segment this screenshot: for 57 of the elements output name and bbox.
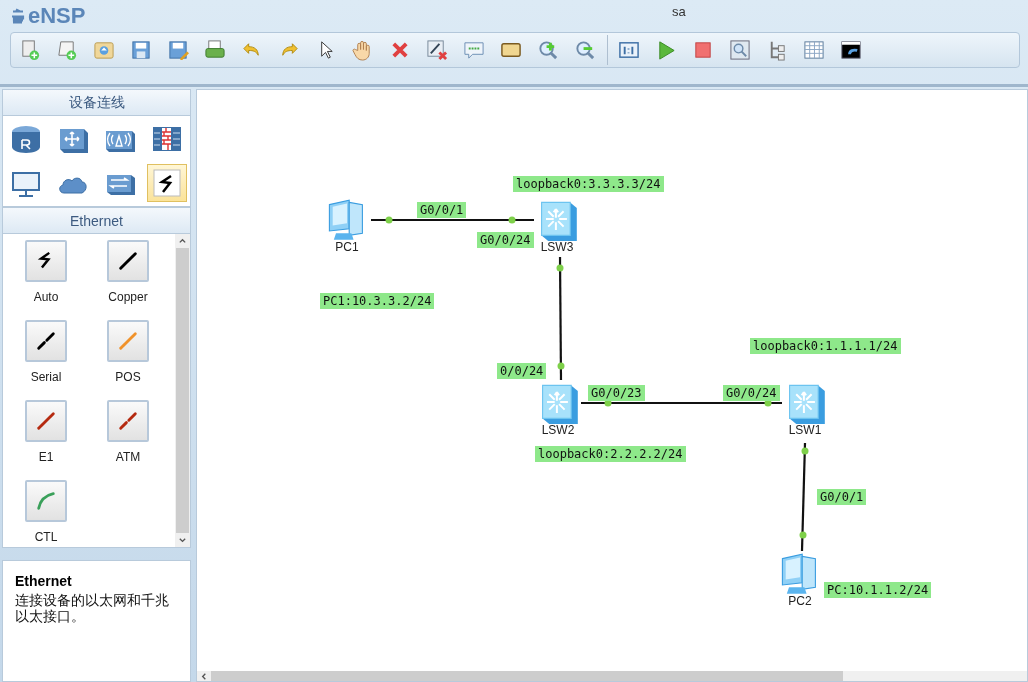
cable-option[interactable]: Serial: [5, 320, 87, 400]
text-label: 0/0/24: [497, 363, 547, 379]
text-label: loopback0:3.3.3.3/24: [513, 176, 664, 192]
text-label: G0/0/24: [477, 232, 534, 248]
device-name: PC1: [335, 240, 359, 254]
scroll-left-icon[interactable]: [200, 671, 208, 681]
scroll-up-icon[interactable]: [178, 237, 187, 245]
zoom-in-icon: [537, 39, 559, 61]
zoom-out-icon: [574, 39, 596, 61]
device-name: LSW3: [540, 240, 574, 254]
cable-option[interactable]: ATM: [87, 400, 169, 480]
scrollbar-thumb[interactable]: [176, 248, 189, 533]
text-label: G0/0/1: [817, 489, 867, 505]
description-text: 连接设备的以太网和千兆以太接口。: [15, 592, 170, 624]
grid-icon: [803, 39, 825, 61]
cable-option[interactable]: CTL: [5, 480, 87, 560]
text-label: G0/0/24: [723, 385, 780, 401]
panel-header: 设备连线: [2, 89, 191, 116]
text-label: loopback0:2.2.2.2/24: [535, 446, 686, 462]
network-link[interactable]: [556, 257, 565, 380]
scroll-down-icon[interactable]: [178, 536, 187, 544]
text-label: PC1:10.3.3.2/24: [320, 293, 435, 309]
console-icon: [840, 39, 862, 61]
text-label: loopback0:1.1.1.1/24: [750, 338, 901, 354]
save-icon: [130, 39, 152, 61]
logo-icon: [10, 7, 26, 25]
capture-icon: [729, 39, 751, 61]
app-name: eNSP: [28, 3, 86, 29]
network-link[interactable]: [371, 216, 534, 224]
save-as-icon: [167, 39, 189, 61]
network-link[interactable]: [799, 442, 809, 552]
device-name: PC2: [788, 594, 812, 608]
text-label: G0/0/1: [417, 202, 467, 218]
text-label: G0/0/23: [588, 385, 645, 401]
description-title: Ethernet: [15, 573, 73, 589]
open-icon: [93, 39, 115, 61]
note-icon: [463, 39, 485, 61]
print-icon: [204, 39, 226, 61]
cable-option[interactable]: Copper: [87, 240, 169, 320]
network-link[interactable]: [581, 399, 782, 407]
device-category[interactable]: [147, 164, 187, 202]
delete-link-icon: [426, 39, 448, 61]
router-icon: [9, 123, 43, 155]
device-name: LSW2: [541, 423, 575, 437]
auto-cable-icon: [150, 167, 184, 199]
scrollbar-thumb[interactable]: [211, 671, 843, 681]
window-title: sa: [672, 4, 686, 19]
cable-option[interactable]: E1: [5, 400, 87, 480]
new-example-icon: [56, 39, 78, 61]
cable-option[interactable]: POS: [87, 320, 169, 400]
panel-header: Ethernet: [2, 207, 191, 234]
stop-icon: [692, 39, 714, 61]
text-label: PC:10.1.1.2/24: [824, 582, 932, 598]
cable-option[interactable]: Auto: [5, 240, 87, 320]
device-name: LSW1: [788, 423, 822, 437]
new-topology-icon: [19, 39, 41, 61]
actual-size-icon: [618, 39, 640, 61]
